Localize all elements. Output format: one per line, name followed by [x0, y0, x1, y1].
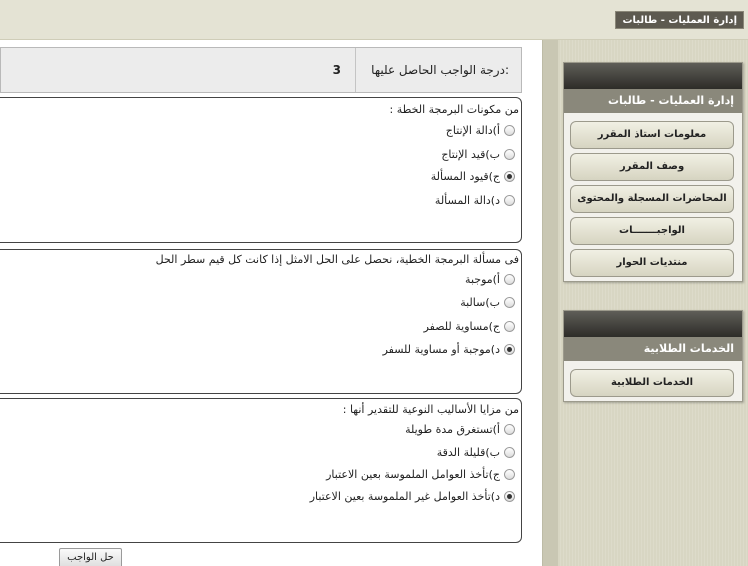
grade-box: درجة الواجب الحاصل عليها: 3	[0, 47, 522, 93]
question-1-option-a[interactable]: أ)دالة الإنتاج	[446, 124, 515, 137]
radio-button[interactable]	[504, 447, 515, 458]
question-2-box: فى مسألة البرمجة الخطية، نحصل على الحل ا…	[0, 249, 522, 394]
menu-forums-button[interactable]: منتديات الحوار	[570, 249, 734, 277]
option-label: د)تأخذ العوامل غير الملموسة بعين الاعتبا…	[309, 490, 500, 503]
radio-button[interactable]	[504, 125, 515, 136]
option-label: أ)دالة الإنتاج	[445, 124, 500, 137]
radio-button[interactable]	[504, 274, 515, 285]
radio-button[interactable]	[504, 424, 515, 435]
solve-assignment-button[interactable]: حل الواجب	[59, 548, 122, 566]
option-label: د)دالة المسألة	[434, 194, 500, 207]
option-label: ب)قليلة الدقة	[436, 446, 500, 459]
question-3-text: : من مزايا الأساليب النوعية للتقدير أنها	[342, 403, 519, 416]
grade-value: 3	[332, 63, 341, 77]
option-label: ج)تأخذ العوامل الملموسة بعين الاعتبار	[326, 468, 500, 481]
panel-top-bar	[564, 311, 742, 337]
question-2-option-c[interactable]: ج)مساوية للصفر	[424, 320, 515, 333]
menu-lectures-button[interactable]: المحاضرات المسجلة والمحتوى	[570, 185, 734, 213]
menu-instructor-info-button[interactable]: معلومات استاذ المقرر	[570, 121, 734, 149]
radio-button[interactable]	[504, 149, 515, 160]
course-title-badge: إدارة العمليات - طالبات	[615, 11, 744, 29]
question-3-option-d[interactable]: د)تأخذ العوامل غير الملموسة بعين الاعتبا…	[310, 490, 515, 503]
student-services-button[interactable]: الخدمات الطلابية	[570, 369, 734, 397]
option-label: ج)مساوية للصفر	[423, 320, 500, 333]
question-1-box: : من مكونات البرمجة الخطة أ)دالة الإنتاج…	[0, 97, 522, 243]
question-3-option-c[interactable]: ج)تأخذ العوامل الملموسة بعين الاعتبار	[326, 468, 515, 481]
option-label: أ)تستغرق مدة طويلة	[405, 423, 500, 436]
question-1-option-c[interactable]: ج)قيود المسألة	[431, 170, 515, 183]
option-label: ب)سالبة	[460, 296, 500, 309]
question-3-option-a[interactable]: أ)تستغرق مدة طويلة	[405, 423, 515, 436]
menu-course-description-button[interactable]: وصف المقرر	[570, 153, 734, 181]
menu-assignments-button[interactable]: الواجبـــــــات	[570, 217, 734, 245]
panel-top-bar	[564, 63, 742, 89]
student-services-title: الخدمات الطلابية	[564, 337, 742, 361]
question-1-option-b[interactable]: ب)قيد الإنتاج	[441, 148, 515, 161]
top-bar: إدارة العمليات - طالبات	[0, 0, 748, 40]
radio-button[interactable]	[504, 297, 515, 308]
option-label: د)موجبة أو مساوية للسفر	[382, 343, 500, 356]
question-2-option-a[interactable]: أ)موجبة	[465, 273, 515, 286]
question-2-option-b[interactable]: ب)سالبة	[460, 296, 515, 309]
radio-button-selected[interactable]	[504, 491, 515, 502]
option-label: ج)قيود المسألة	[430, 170, 500, 183]
question-3-box: : من مزايا الأساليب النوعية للتقدير أنها…	[0, 398, 522, 543]
option-label: أ)موجبة	[465, 273, 500, 286]
question-1-text: : من مكونات البرمجة الخطة	[389, 103, 520, 116]
question-3-option-b[interactable]: ب)قليلة الدقة	[437, 446, 515, 459]
grade-separator	[355, 48, 356, 92]
question-2-text: فى مسألة البرمجة الخطية، نحصل على الحل ا…	[155, 253, 519, 266]
sidebar-divider	[542, 40, 558, 566]
question-2-option-d[interactable]: د)موجبة أو مساوية للسفر	[383, 343, 515, 356]
course-menu-panel: إدارة العمليات - طالبات معلومات استاذ ال…	[563, 62, 743, 282]
question-1-option-d[interactable]: د)دالة المسألة	[435, 194, 515, 207]
radio-button[interactable]	[504, 321, 515, 332]
radio-button-selected[interactable]	[504, 171, 515, 182]
radio-button-selected[interactable]	[504, 344, 515, 355]
radio-button[interactable]	[504, 469, 515, 480]
option-label: ب)قيد الإنتاج	[441, 148, 500, 161]
radio-button[interactable]	[504, 195, 515, 206]
course-menu-title: إدارة العمليات - طالبات	[564, 89, 742, 113]
student-services-panel: الخدمات الطلابية الخدمات الطلابية	[563, 310, 743, 402]
grade-label: درجة الواجب الحاصل عليها:	[371, 63, 509, 77]
